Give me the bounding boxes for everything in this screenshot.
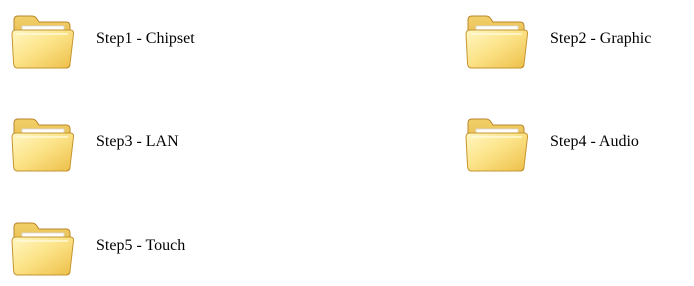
folder-icon xyxy=(464,10,530,72)
folder-label: Step3 - LAN xyxy=(96,133,179,150)
folder-item-step3[interactable]: Step3 - LAN xyxy=(10,113,179,175)
folder-icon xyxy=(10,217,76,279)
folder-item-step5[interactable]: Step5 - Touch xyxy=(10,217,185,279)
folder-icon xyxy=(10,10,76,72)
folder-label: Step5 - Touch xyxy=(96,237,186,254)
folder-label: Step2 - Graphic xyxy=(550,30,652,47)
folder-icon xyxy=(464,113,530,175)
folder-item-step1[interactable]: Step1 - Chipset xyxy=(10,10,195,72)
folder-label: Step1 - Chipset xyxy=(96,30,195,47)
folder-item-step4[interactable]: Step4 - Audio xyxy=(464,113,639,175)
folder-icon xyxy=(10,113,76,175)
folder-label: Step4 - Audio xyxy=(550,133,639,150)
folder-item-step2[interactable]: Step2 - Graphic xyxy=(464,10,651,72)
